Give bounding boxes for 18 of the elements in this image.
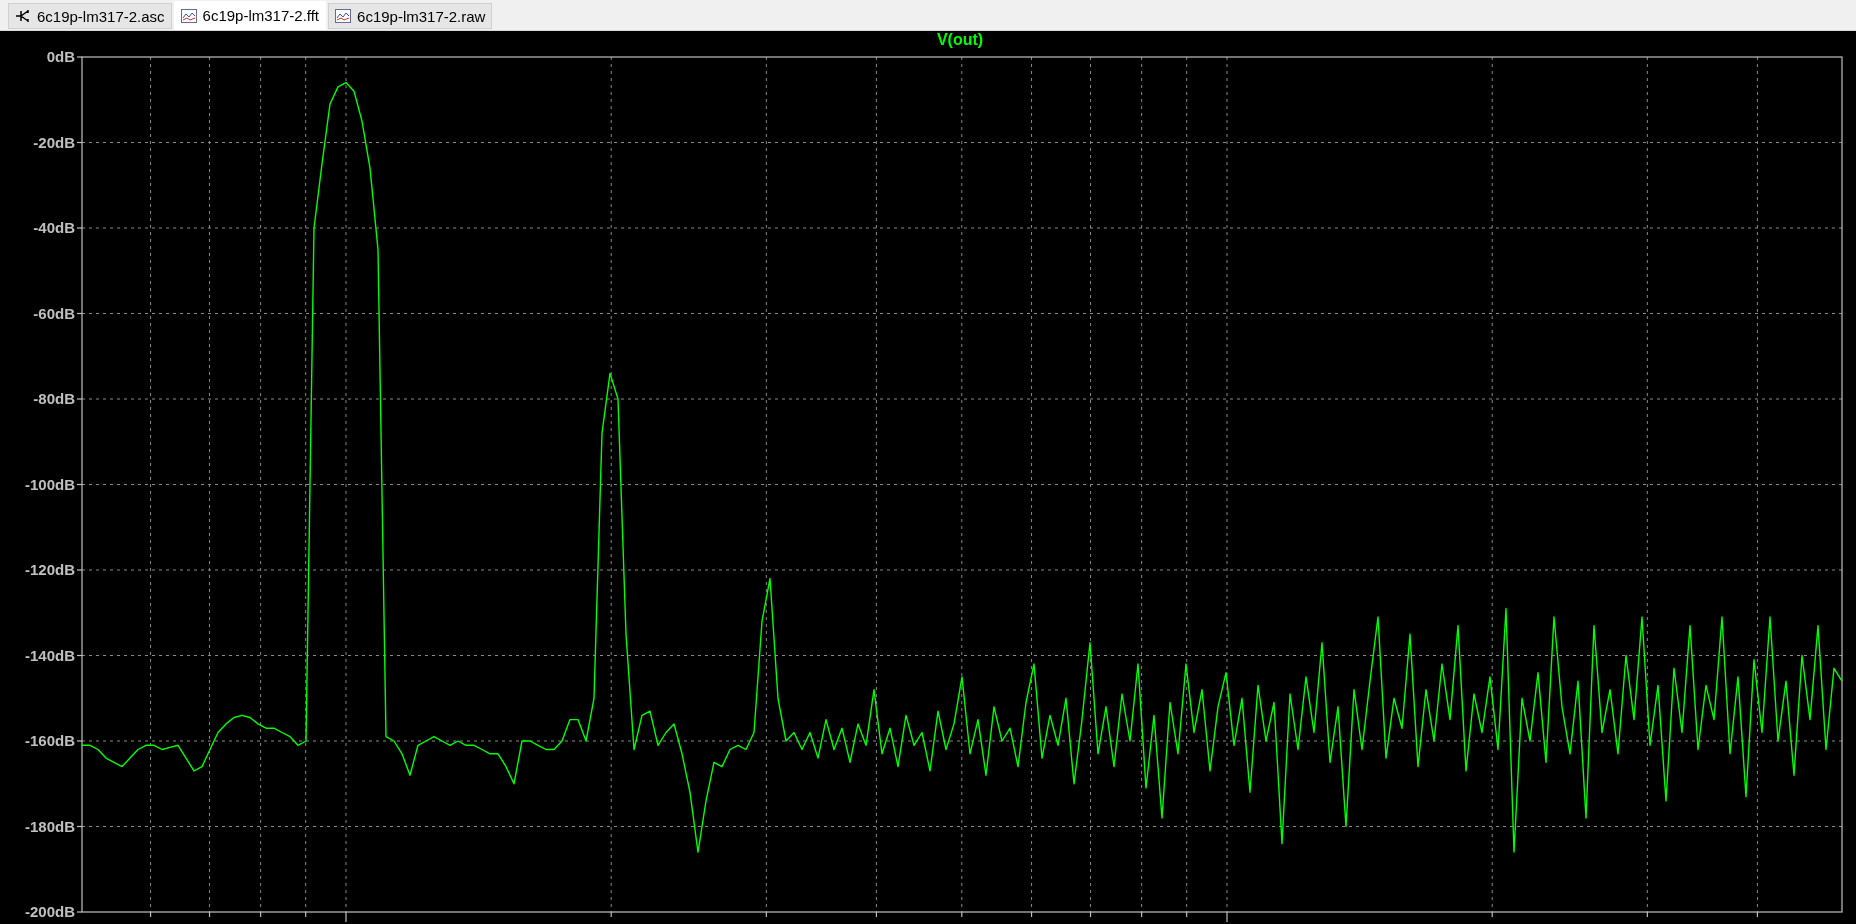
y-axis-label: -40dB xyxy=(33,219,75,236)
y-axis-label: -20dB xyxy=(33,133,75,151)
y-axis-label: -60dB xyxy=(33,304,75,322)
series-legend: V(out) xyxy=(936,31,984,48)
y-axis-label: -140dB xyxy=(24,646,75,664)
waveform-plot-icon xyxy=(335,9,352,23)
y-axis-label: -180dB xyxy=(24,817,75,835)
document-tab[interactable]: 6c19p-lm317-2.fft xyxy=(173,1,327,30)
y-axis-label: -80dB xyxy=(33,390,75,407)
document-tab[interactable]: 6c19p-lm317-2.asc xyxy=(8,3,172,29)
y-axis-label: 0dB xyxy=(46,48,75,65)
document-tab[interactable]: 6c19p-lm317-2.raw xyxy=(328,3,493,29)
y-axis-label: -100dB xyxy=(24,475,75,493)
y-axis-label: -200dB xyxy=(24,903,75,920)
diode-symbol-icon xyxy=(15,9,31,23)
waveform-plot-icon xyxy=(180,8,197,23)
y-axis-label: -120dB xyxy=(24,561,75,578)
y-axis-label: -160dB xyxy=(24,732,75,749)
